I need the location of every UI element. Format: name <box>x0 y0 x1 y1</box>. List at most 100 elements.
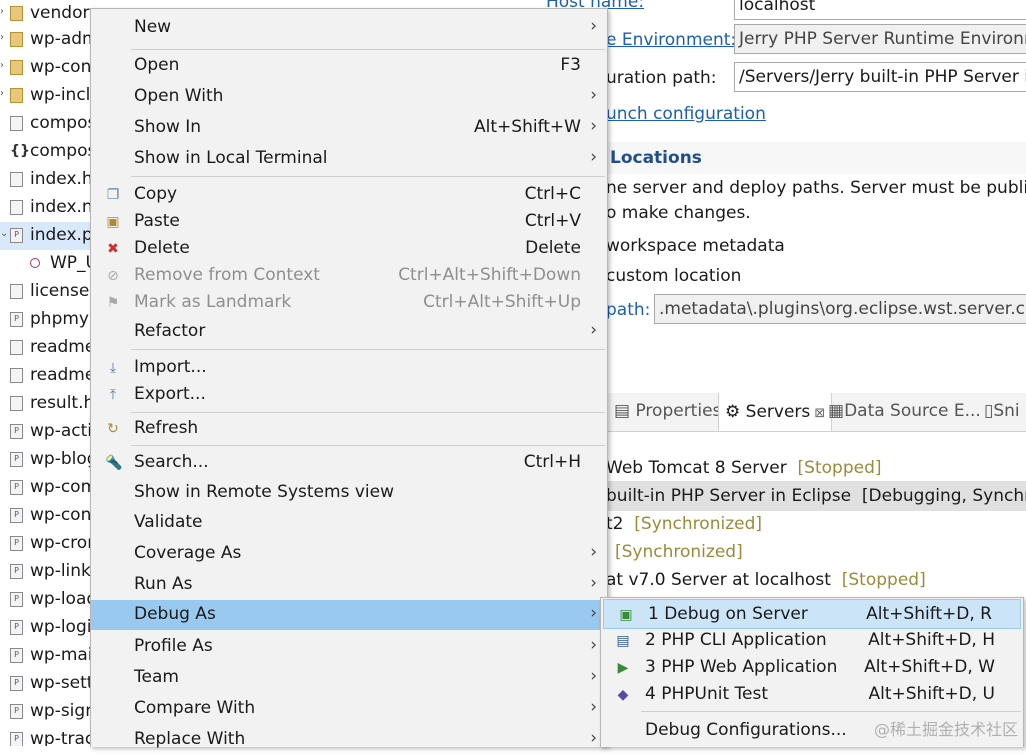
menu-item-shortcut: Ctrl+Alt+Shift+Down <box>398 265 581 285</box>
server-name: at v7.0 Server at localhost <box>606 570 831 590</box>
submenu-item-phpunit[interactable]: ◆ 4 PHPUnit Test Alt+Shift+D, U <box>601 680 1023 710</box>
tree-item[interactable]: license.t <box>0 278 92 306</box>
launch-configuration-link[interactable]: unch configuration <box>606 104 766 124</box>
context-menu: New › Open F3 Open With › Show In Alt+Shift+… <box>90 8 608 749</box>
chevron-right-icon: › <box>590 85 597 105</box>
expand-arrow-icon[interactable]: › <box>0 32 4 43</box>
tree-item[interactable]: compos <box>0 110 92 138</box>
menu-item-export[interactable]: ⤒ Export... <box>91 380 607 410</box>
menu-item-show-in-remote-systems[interactable]: Show in Remote Systems view <box>91 478 607 508</box>
expand-arrow-icon[interactable]: ⌄ <box>0 228 8 239</box>
search-icon: 🔦 <box>105 455 123 471</box>
tab-servers[interactable]: ⚙ Servers ⊠ <box>718 393 833 431</box>
menu-item-copy[interactable]: ❐ Copy Ctrl+C <box>91 180 607 210</box>
menu-item-label: 4 PHPUnit Test <box>645 684 768 704</box>
server-row[interactable]: Web Tomcat 8 Server [Stopped] <box>606 458 882 478</box>
menu-item-paste[interactable]: ▣ Paste Ctrl+V <box>91 207 607 237</box>
chevron-right-icon: › <box>590 320 597 340</box>
menu-item-shortcut: Ctrl+V <box>524 211 581 231</box>
expand-arrow-icon[interactable]: › <box>0 88 4 99</box>
menu-item-mark-as-landmark[interactable]: ⚑ Mark as Landmark Ctrl+Alt+Shift+Up <box>91 288 607 318</box>
tree-item-selected[interactable]: ⌄Pindex.ph <box>0 222 92 250</box>
server-row[interactable]: t2 [Synchronized] <box>606 514 762 534</box>
menu-item-delete[interactable]: ✖ Delete Delete <box>91 234 607 264</box>
option-workspace-metadata[interactable]: workspace metadata <box>606 236 785 256</box>
tree-item[interactable]: › wp-inclu <box>0 82 92 110</box>
tree-item[interactable]: index.ng <box>0 194 92 222</box>
landmark-icon: ⚑ <box>106 295 120 311</box>
tree-item[interactable]: Pwp-sett <box>0 670 92 698</box>
tab-properties[interactable]: ▤ Properties <box>614 401 721 421</box>
server-name: built-in PHP Server in Eclipse <box>606 486 852 506</box>
snippets-icon: ▯ <box>984 401 994 421</box>
server-path-field[interactable]: .metadata\.plugins\org.eclipse.wst.serve… <box>654 294 1026 324</box>
submenu-item-debug-on-server[interactable]: ▣ 1 Debug on Server Alt+Shift+D, R <box>603 599 1021 629</box>
menu-item-refactor[interactable]: Refactor › <box>91 317 607 347</box>
submenu-item-php-cli[interactable]: ▤ 2 PHP CLI Application Alt+Shift+D, H <box>601 626 1023 656</box>
host-name-field[interactable]: localhost <box>734 0 1026 20</box>
menu-item-remove-from-context[interactable]: ⊘ Remove from Context Ctrl+Alt+Shift+Down <box>91 261 607 291</box>
tree-item[interactable]: Pwp-com <box>0 474 92 502</box>
menu-item-search[interactable]: 🔦 Search... Ctrl+H <box>91 448 607 478</box>
tree-item-label: wp-logi <box>30 617 92 637</box>
submenu-item-php-web[interactable]: ▶ 3 PHP Web Application Alt+Shift+D, W <box>601 653 1023 683</box>
tree-item-label: wp-cron <box>30 533 92 553</box>
tree-item[interactable]: Pwp-load <box>0 586 92 614</box>
tree-item[interactable]: WP_U <box>0 250 92 278</box>
file-icon <box>10 396 23 411</box>
menu-item-team[interactable]: Team › <box>91 663 607 693</box>
menu-item-import[interactable]: ⤓ Import... <box>91 353 607 383</box>
tree-item[interactable]: Pwp-blog <box>0 446 92 474</box>
tree-item[interactable]: Pwp-acti <box>0 418 92 446</box>
server-row[interactable]: built-in PHP Server in Eclipse [Debuggin… <box>606 486 1026 506</box>
tab-snippets[interactable]: ▯Sni <box>984 401 1020 421</box>
server-row[interactable]: at v7.0 Server at localhost [Stopped] <box>606 570 926 590</box>
menu-item-new[interactable]: New › <box>91 13 607 43</box>
tree-item[interactable]: Pphpmya <box>0 306 92 334</box>
menu-item-debug-as[interactable]: Debug As › <box>91 600 607 630</box>
server-row[interactable]: [Synchronized] <box>615 542 743 562</box>
expand-arrow-icon[interactable]: › <box>0 60 4 71</box>
tree-item[interactable]: › wp-con <box>0 54 92 82</box>
menu-item-refresh[interactable]: ↻ Refresh <box>91 414 607 444</box>
tree-item[interactable]: Pwp-trac <box>0 726 92 746</box>
configuration-path-field[interactable]: /Servers/Jerry built-in PHP Server in E <box>734 62 1026 92</box>
menu-item-open-with[interactable]: Open With › <box>91 82 607 112</box>
chevron-right-icon: › <box>590 116 597 136</box>
close-icon[interactable]: ⊠ <box>810 406 825 421</box>
tab-data-source-explorer[interactable]: ▦Data Source E... <box>828 401 981 421</box>
tree-item[interactable]: Pwp-sign <box>0 698 92 726</box>
runtime-environment-link[interactable]: e Environment: <box>606 30 736 50</box>
menu-item-validate[interactable]: Validate <box>91 508 607 538</box>
menu-item-run-as[interactable]: Run As › <box>91 570 607 600</box>
tree-item[interactable]: Pwp-mail <box>0 642 92 670</box>
tree-item[interactable]: result.ht <box>0 390 92 418</box>
watermark: @稀土掘金技术社区 <box>873 720 1018 739</box>
tree-item-label: readme <box>30 365 92 385</box>
menu-item-shortcut: Alt+Shift+W <box>474 117 581 137</box>
runtime-environment-field[interactable]: Jerry PHP Server Runtime Environme <box>734 24 1026 54</box>
menu-item-replace-with[interactable]: Replace With › <box>91 725 607 755</box>
menu-item-shortcut: Alt+Shift+D, U <box>868 684 996 704</box>
menu-item-open[interactable]: Open F3 <box>91 51 607 81</box>
tree-item[interactable]: Pwp-logi <box>0 614 92 642</box>
menu-item-compare-with[interactable]: Compare With › <box>91 694 607 724</box>
tree-item[interactable]: Pwp-con <box>0 502 92 530</box>
tree-item[interactable]: index.ht <box>0 166 92 194</box>
tree-item[interactable]: Pwp-link <box>0 558 92 586</box>
tree-item[interactable]: Pwp-cron <box>0 530 92 558</box>
menu-item-label: Debug As <box>134 604 216 624</box>
tree-item[interactable]: › wp-adm <box>0 26 92 54</box>
tree-item-label: wp-con <box>30 505 92 525</box>
tree-item[interactable]: readme <box>0 362 92 390</box>
menu-item-profile-as[interactable]: Profile As › <box>91 632 607 662</box>
expand-arrow-icon[interactable]: › <box>0 6 4 17</box>
option-custom-location[interactable]: custom location <box>606 266 741 286</box>
tree-item-label: compos <box>30 141 92 161</box>
tree-item-vendor[interactable]: › vendor <box>0 0 92 28</box>
menu-item-show-in[interactable]: Show In Alt+Shift+W › <box>91 113 607 143</box>
tree-item[interactable]: readme <box>0 334 92 362</box>
tree-item[interactable]: {} compos <box>0 138 92 166</box>
menu-item-show-in-local-terminal[interactable]: Show in Local Terminal › <box>91 144 607 174</box>
menu-item-coverage-as[interactable]: Coverage As › <box>91 539 607 569</box>
